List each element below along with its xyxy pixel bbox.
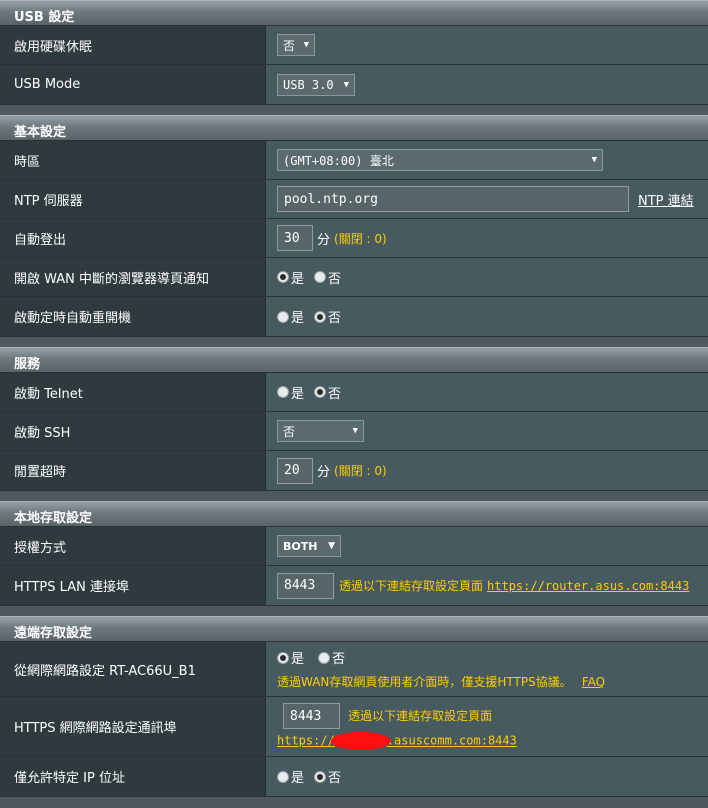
hdd-hibernate-label: 啟用硬碟休眠 [0, 26, 266, 64]
auto-reboot-yes-radio[interactable] [277, 310, 289, 323]
https-wan-port-input[interactable]: 8443 [283, 703, 340, 729]
row-hdd-hibernate: 啟用硬碟休眠 否 ▼ [0, 26, 708, 65]
wan-access-hint: 透過WAN存取網頁使用者介面時，僅支援HTTPS協議。 [277, 675, 572, 689]
https-wan-port-label: HTTPS 網際網路設定通訊埠 [0, 697, 266, 756]
chevron-down-icon: ▼ [591, 155, 597, 165]
auto-logout-input[interactable]: 30 [277, 225, 313, 251]
section-header-local-access: 本地存取設定 [0, 501, 708, 527]
hdd-hibernate-select[interactable]: 否 ▼ [277, 34, 315, 56]
idle-timeout-label: 閒置超時 [0, 451, 266, 490]
auth-method-select[interactable]: BOTH ▼ [277, 535, 341, 557]
wan-access-label: 從網際網路設定 RT-AC66U_B1 [0, 642, 266, 696]
chevron-down-icon: ▼ [343, 79, 349, 90]
redaction-mark [330, 732, 391, 750]
allow-ip-no-radio[interactable] [314, 770, 327, 783]
chevron-down-icon: ▼ [303, 40, 309, 50]
ntp-server-label: NTP 伺服器 [0, 180, 266, 218]
row-wan-notify: 開啟 WAN 中斷的瀏覽器導頁通知 是 否 [0, 258, 708, 297]
ntp-server-input[interactable]: pool.ntp.org [277, 186, 629, 212]
row-allow-ip: 僅允許特定 IP 位址 是 否 [0, 757, 708, 797]
auth-method-label: 授權方式 [0, 527, 266, 565]
row-ntp-server: NTP 伺服器 pool.ntp.org NTP 連結 [0, 180, 708, 219]
usb-mode-label: USB Mode [0, 65, 266, 104]
idle-timeout-hint: (關閉 : 0) [334, 464, 387, 478]
wan-notify-yes-radio[interactable] [277, 271, 289, 283]
https-wan-url-link[interactable]: https://.asuscomm.com:8443 [277, 732, 517, 750]
row-auto-reboot: 啟動定時自動重開機 是 否 [0, 297, 708, 337]
idle-timeout-unit: 分 [317, 465, 331, 480]
auto-reboot-no-radio[interactable] [314, 310, 327, 323]
wan-notify-no-radio[interactable] [314, 271, 327, 283]
allow-ip-label: 僅允許特定 IP 位址 [0, 757, 266, 796]
wan-access-no-radio[interactable] [318, 651, 331, 664]
https-wan-port-hint: 透過以下連結存取設定頁面 [348, 708, 493, 723]
ssh-select[interactable]: 否 ▼ [277, 420, 364, 442]
telnet-no-radio[interactable] [314, 386, 327, 398]
telnet-yes-radio[interactable] [277, 386, 289, 398]
section-header-service: 服務 [0, 347, 708, 373]
timezone-label: 時區 [0, 141, 266, 179]
https-lan-port-input[interactable]: 8443 [277, 572, 334, 599]
https-lan-port-hint: 透過以下連結存取設定頁面 [339, 579, 484, 593]
faq-link[interactable]: FAQ [582, 675, 605, 689]
auto-logout-unit: 分 [317, 232, 331, 248]
auto-logout-hint: (關閉 : 0) [334, 231, 387, 246]
row-https-lan-port: HTTPS LAN 連接埠 8443 透過以下連結存取設定頁面 https://… [0, 566, 708, 606]
section-header-basic: 基本設定 [0, 115, 708, 141]
row-timezone: 時區 (GMT+08:00) 臺北 ▼ [0, 141, 708, 180]
row-auto-logout: 自動登出 30 分 (關閉 : 0) [0, 219, 708, 258]
section-header-usb: USB 設定 [0, 0, 708, 26]
row-telnet: 啟動 Telnet 是 否 [0, 373, 708, 412]
chevron-down-icon: ▼ [352, 426, 358, 436]
row-usb-mode: USB Mode USB 3.0 ▼ [0, 65, 708, 105]
idle-timeout-input[interactable]: 20 [277, 457, 313, 484]
row-ssh: 啟動 SSH 否 ▼ [0, 412, 708, 451]
timezone-select[interactable]: (GMT+08:00) 臺北 ▼ [277, 149, 603, 171]
usb-mode-select[interactable]: USB 3.0 ▼ [277, 73, 355, 96]
wan-notify-label: 開啟 WAN 中斷的瀏覽器導頁通知 [0, 258, 266, 296]
https-lan-url-link[interactable]: https://router.asus.com:8443 [487, 579, 689, 593]
ssh-label: 啟動 SSH [0, 412, 266, 450]
section-header-remote-access: 遠端存取設定 [0, 616, 708, 642]
chevron-down-icon: ▼ [328, 541, 335, 551]
row-idle-timeout: 閒置超時 20 分 (關閉 : 0) [0, 451, 708, 491]
telnet-label: 啟動 Telnet [0, 373, 266, 411]
auto-logout-label: 自動登出 [0, 219, 266, 257]
row-wan-access: 從網際網路設定 RT-AC66U_B1 是 否 透過WAN存取網頁使用者介面時，… [0, 642, 708, 697]
wan-access-yes-radio[interactable] [277, 651, 289, 664]
allow-ip-yes-radio[interactable] [277, 770, 289, 783]
https-lan-port-label: HTTPS LAN 連接埠 [0, 566, 266, 605]
row-https-wan-port: HTTPS 網際網路設定通訊埠 8443 透過以下連結存取設定頁面 https:… [0, 697, 708, 757]
auto-reboot-label: 啟動定時自動重開機 [0, 297, 266, 336]
row-auth-method: 授權方式 BOTH ▼ [0, 527, 708, 566]
ntp-link[interactable]: NTP 連結 [638, 190, 694, 209]
